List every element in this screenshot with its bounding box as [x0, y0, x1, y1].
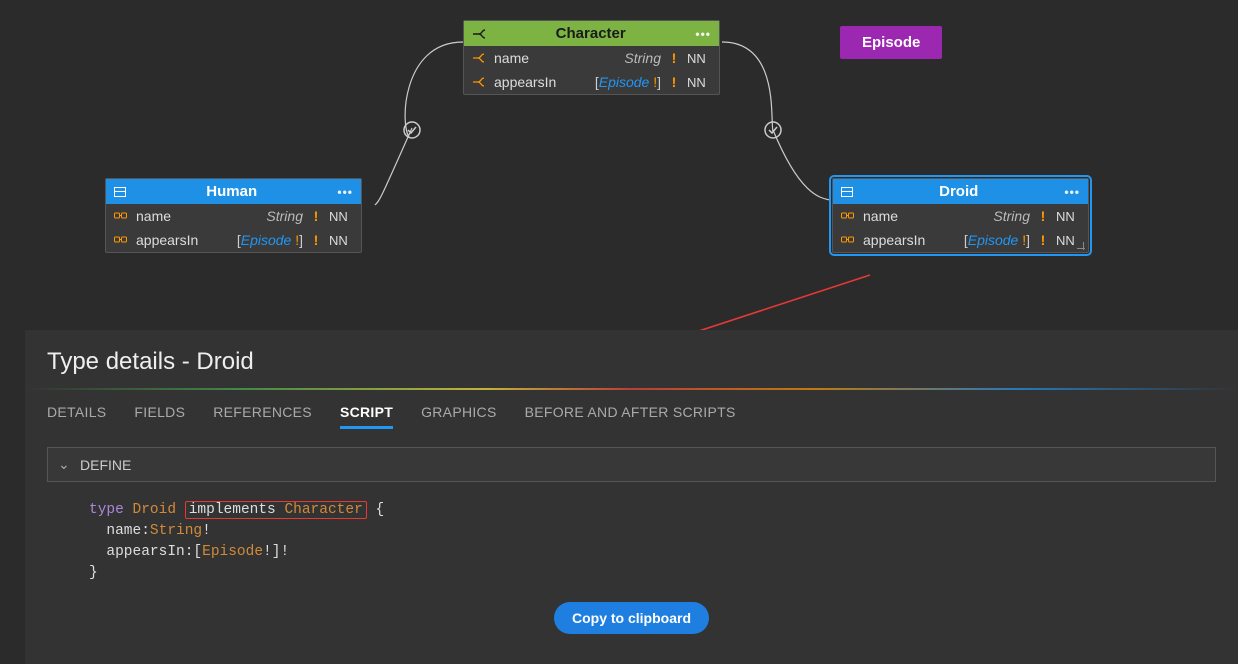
node-character-title: Character: [486, 25, 695, 42]
field-name: appearsIn: [494, 74, 556, 90]
field-type: String: [906, 208, 1030, 224]
tab-graphics[interactable]: GRAPHICS: [421, 404, 497, 429]
field-row[interactable]: appearsIn [Episode !] ! NN: [464, 70, 719, 94]
field-row[interactable]: name String ! NN: [833, 204, 1088, 228]
table-icon: [841, 187, 853, 197]
node-human[interactable]: Human ••• name String ! NN appearsIn [Ep…: [105, 178, 362, 253]
field-link-icon: [114, 234, 128, 246]
non-null-label: NN: [687, 75, 711, 90]
node-menu-icon[interactable]: •••: [337, 185, 353, 199]
field-name: appearsIn: [863, 232, 925, 248]
tab-fields[interactable]: FIELDS: [134, 404, 185, 429]
interface-fork-icon: [472, 28, 486, 40]
node-human-header[interactable]: Human •••: [106, 179, 361, 204]
field-name: name: [494, 50, 529, 66]
node-droid[interactable]: Droid ••• name String ! NN appearsIn [Ep…: [832, 178, 1089, 253]
node-menu-icon[interactable]: •••: [1064, 185, 1080, 199]
non-null-bang: !: [1038, 208, 1048, 224]
tab-references[interactable]: REFERENCES: [213, 404, 312, 429]
field-name: appearsIn: [136, 232, 198, 248]
episode-type-chip[interactable]: Episode: [840, 26, 942, 59]
details-tabs: DETAILS FIELDS REFERENCES SCRIPT GRAPHIC…: [25, 390, 1238, 439]
non-null-label: NN: [329, 209, 353, 224]
field-type: [Episode !]: [564, 74, 661, 90]
episode-chip-label: Episode: [862, 34, 920, 51]
field-type: [Episode !]: [933, 232, 1030, 248]
node-character[interactable]: Character ••• name String ! NN appearsIn…: [463, 20, 720, 95]
non-null-bang: !: [669, 50, 679, 66]
script-code-block: type Droid implements Character { name:S…: [89, 500, 1198, 584]
non-null-bang: !: [311, 208, 321, 224]
non-null-label: NN: [687, 51, 711, 66]
node-droid-header[interactable]: Droid •••: [833, 179, 1088, 204]
details-heading: Type details - Droid: [25, 330, 1238, 388]
tab-before-after[interactable]: BEFORE AND AFTER SCRIPTS: [525, 404, 736, 429]
node-menu-icon[interactable]: •••: [695, 27, 711, 41]
node-human-title: Human: [126, 183, 337, 200]
tab-script[interactable]: SCRIPT: [340, 404, 393, 429]
define-section-header[interactable]: ⌄ DEFINE: [47, 447, 1216, 482]
field-row[interactable]: appearsIn [Episode !] ! NN: [106, 228, 361, 252]
define-label: DEFINE: [80, 457, 131, 473]
field-fork-icon: [472, 52, 486, 64]
copy-to-clipboard-button[interactable]: Copy to clipboard: [554, 602, 709, 634]
field-link-icon: [114, 210, 128, 222]
chevron-down-icon: ⌄: [58, 456, 70, 473]
type-details-panel: Type details - Droid DETAILS FIELDS REFE…: [25, 330, 1238, 664]
non-null-bang: !: [1038, 232, 1048, 248]
table-icon: [114, 187, 126, 197]
field-fork-icon: [472, 76, 486, 88]
non-null-label: NN: [1056, 209, 1080, 224]
node-droid-title: Droid: [853, 183, 1064, 200]
non-null-label: NN: [329, 233, 353, 248]
field-row[interactable]: name String ! NN: [106, 204, 361, 228]
node-character-header[interactable]: Character •••: [464, 21, 719, 46]
field-link-icon: [841, 234, 855, 246]
divider-rainbow: [25, 388, 1238, 390]
field-name: name: [136, 208, 171, 224]
non-null-bang: !: [669, 74, 679, 90]
field-row[interactable]: appearsIn [Episode !] ! NN: [833, 228, 1088, 252]
field-type: String: [537, 50, 661, 66]
field-name: name: [863, 208, 898, 224]
resize-handle[interactable]: [1075, 240, 1085, 250]
field-type: [Episode !]: [206, 232, 303, 248]
tab-details[interactable]: DETAILS: [47, 404, 106, 429]
field-type: String: [179, 208, 303, 224]
field-link-icon: [841, 210, 855, 222]
field-row[interactable]: name String ! NN: [464, 46, 719, 70]
non-null-bang: !: [311, 232, 321, 248]
